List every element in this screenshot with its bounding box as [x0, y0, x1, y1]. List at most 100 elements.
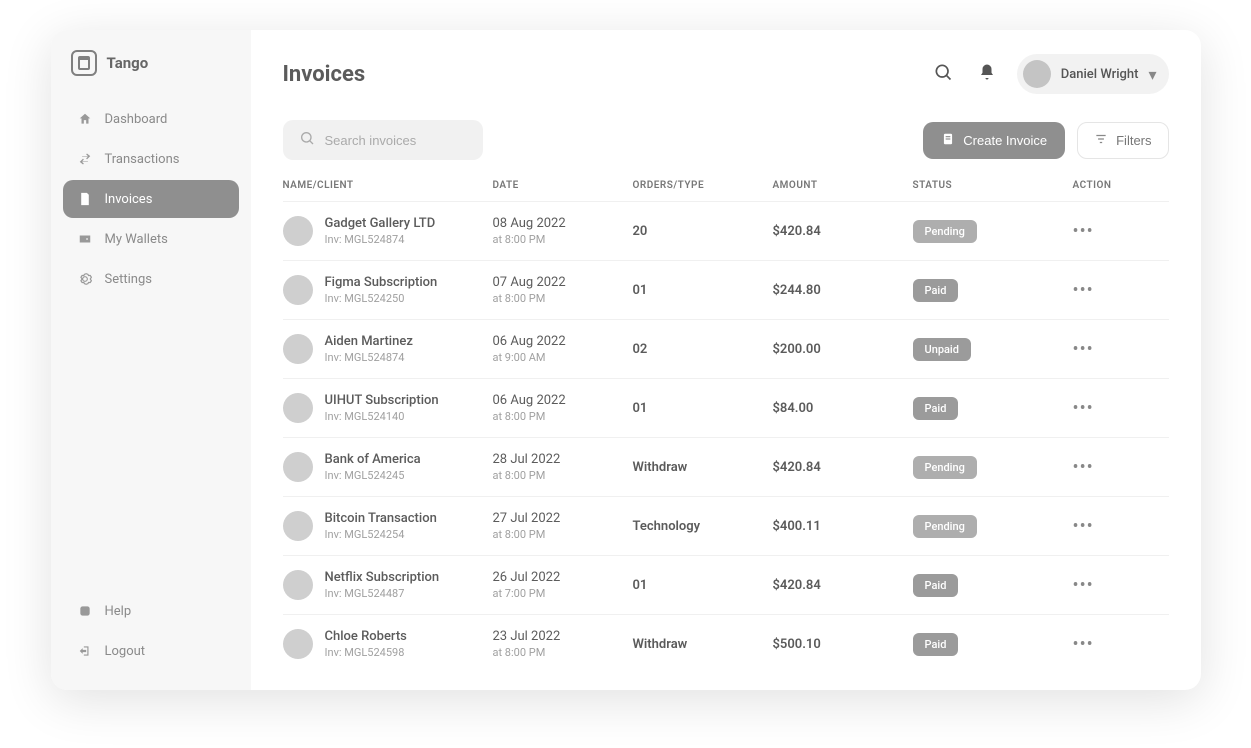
client-name: Figma Subscription [325, 275, 438, 290]
sidebar-item-settings[interactable]: Settings [63, 260, 239, 298]
sidebar-item-label: Transactions [105, 152, 180, 167]
invoices-table: NAME/CLIENT DATE ORDERS/TYPE AMOUNT STAT… [283, 180, 1169, 666]
invoice-number: Inv: MGL524487 [325, 587, 440, 600]
table-row[interactable]: UIHUT Subscription Inv: MGL524140 06 Aug… [283, 378, 1169, 437]
sidebar-item-help[interactable]: Help [63, 592, 239, 630]
col-orders: ORDERS/TYPE [633, 180, 773, 191]
row-actions-button[interactable]: ••• [1073, 634, 1133, 655]
status-cell: Paid [913, 574, 1073, 597]
invoice-number: Inv: MGL524598 [325, 646, 407, 659]
table-row[interactable]: Gadget Gallery LTD Inv: MGL524874 08 Aug… [283, 201, 1169, 260]
sidebar-item-label: Dashboard [105, 112, 168, 127]
gear-icon [77, 271, 93, 287]
row-actions-button[interactable]: ••• [1073, 339, 1133, 360]
status-cell: Unpaid [913, 338, 1073, 361]
status-cell: Pending [913, 456, 1073, 479]
sidebar-item-dashboard[interactable]: Dashboard [63, 100, 239, 138]
amount-cell: $400.11 [773, 519, 913, 534]
date-cell: 06 Aug 2022 at 8:00 PM [493, 393, 633, 423]
sidebar-bottom: Help Logout [63, 592, 239, 670]
create-invoice-button[interactable]: Create Invoice [923, 122, 1065, 159]
col-status: STATUS [913, 180, 1073, 191]
filter-icon [1094, 132, 1108, 149]
invoice-date: 06 Aug 2022 [493, 334, 633, 349]
invoice-icon [77, 191, 93, 207]
status-badge: Pending [913, 456, 977, 479]
invoice-time: at 8:00 PM [493, 410, 633, 423]
sidebar-item-label: My Wallets [105, 232, 168, 247]
avatar [1023, 60, 1051, 88]
help-icon [77, 603, 93, 619]
bell-icon [978, 63, 996, 85]
row-actions-button[interactable]: ••• [1073, 398, 1133, 419]
sidebar-item-wallets[interactable]: My Wallets [63, 220, 239, 258]
invoice-time: at 8:00 PM [493, 646, 633, 659]
invoice-time: at 9:00 AM [493, 351, 633, 364]
client-cell: Aiden Martinez Inv: MGL524874 [283, 334, 493, 364]
topbar: Invoices Daniel Wright ▾ [283, 54, 1169, 94]
client-name: Chloe Roberts [325, 629, 407, 644]
row-actions-button[interactable]: ••• [1073, 457, 1133, 478]
table-row[interactable]: Bank of America Inv: MGL524245 28 Jul 20… [283, 437, 1169, 496]
row-actions-button[interactable]: ••• [1073, 575, 1133, 596]
main-content: Invoices Daniel Wright ▾ Create Invoice [251, 30, 1201, 690]
date-cell: 26 Jul 2022 at 7:00 PM [493, 570, 633, 600]
invoice-date: 26 Jul 2022 [493, 570, 633, 585]
status-badge: Pending [913, 220, 977, 243]
document-icon [941, 132, 955, 149]
sidebar-item-logout[interactable]: Logout [63, 632, 239, 670]
search-icon [299, 130, 315, 150]
client-avatar [283, 629, 313, 659]
brand-logo-icon [71, 50, 97, 76]
amount-cell: $420.84 [773, 460, 913, 475]
invoice-time: at 7:00 PM [493, 587, 633, 600]
search-icon [933, 62, 953, 86]
arrows-icon [77, 151, 93, 167]
invoice-number: Inv: MGL524140 [325, 410, 439, 423]
invoice-time: at 8:00 PM [493, 469, 633, 482]
table-row[interactable]: Bitcoin Transaction Inv: MGL524254 27 Ju… [283, 496, 1169, 555]
orders-cell: Technology [633, 519, 773, 534]
table-row[interactable]: Chloe Roberts Inv: MGL524598 23 Jul 2022… [283, 614, 1169, 666]
status-cell: Paid [913, 633, 1073, 656]
client-name: UIHUT Subscription [325, 393, 439, 408]
row-actions-button[interactable]: ••• [1073, 221, 1133, 242]
search-input[interactable] [325, 133, 467, 148]
table-row[interactable]: Netflix Subscription Inv: MGL524487 26 J… [283, 555, 1169, 614]
row-actions-button[interactable]: ••• [1073, 516, 1133, 537]
invoice-number: Inv: MGL524245 [325, 469, 421, 482]
search-box[interactable] [283, 120, 483, 160]
client-cell: Netflix Subscription Inv: MGL524487 [283, 570, 493, 600]
sidebar-item-transactions[interactable]: Transactions [63, 140, 239, 178]
invoice-date: 28 Jul 2022 [493, 452, 633, 467]
date-cell: 23 Jul 2022 at 8:00 PM [493, 629, 633, 659]
status-cell: Pending [913, 515, 1073, 538]
filters-button[interactable]: Filters [1077, 122, 1168, 159]
table-row[interactable]: Aiden Martinez Inv: MGL524874 06 Aug 202… [283, 319, 1169, 378]
brand: Tango [63, 50, 239, 100]
orders-cell: 01 [633, 578, 773, 593]
date-cell: 27 Jul 2022 at 8:00 PM [493, 511, 633, 541]
invoice-date: 08 Aug 2022 [493, 216, 633, 231]
sidebar-item-invoices[interactable]: Invoices [63, 180, 239, 218]
sidebar-item-label: Help [105, 604, 132, 619]
table-row[interactable]: Figma Subscription Inv: MGL524250 07 Aug… [283, 260, 1169, 319]
app-window: Tango Dashboard Transactions Invoices My… [51, 30, 1201, 690]
invoice-number: Inv: MGL524250 [325, 292, 438, 305]
brand-name: Tango [107, 54, 149, 72]
orders-cell: 20 [633, 224, 773, 239]
user-menu[interactable]: Daniel Wright ▾ [1017, 54, 1169, 94]
client-name: Aiden Martinez [325, 334, 413, 349]
status-badge: Paid [913, 633, 959, 656]
client-cell: UIHUT Subscription Inv: MGL524140 [283, 393, 493, 423]
notifications-button[interactable] [973, 60, 1001, 88]
toolbar: Create Invoice Filters [283, 120, 1169, 160]
orders-cell: 01 [633, 283, 773, 298]
client-name: Netflix Subscription [325, 570, 440, 585]
orders-cell: 02 [633, 342, 773, 357]
amount-cell: $244.80 [773, 283, 913, 298]
search-button[interactable] [929, 60, 957, 88]
row-actions-button[interactable]: ••• [1073, 280, 1133, 301]
amount-cell: $84.00 [773, 401, 913, 416]
invoice-number: Inv: MGL524874 [325, 351, 413, 364]
